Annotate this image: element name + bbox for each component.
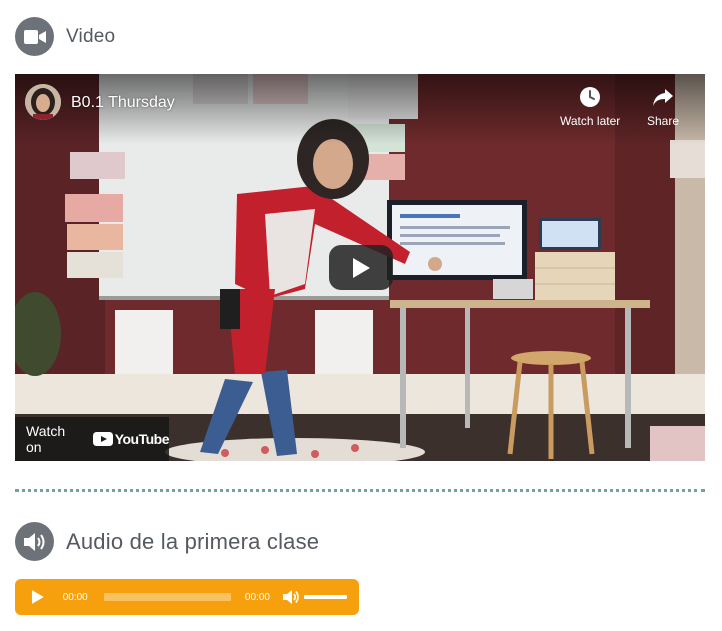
video-section-title: Video	[66, 25, 116, 47]
youtube-wordmark: YouTube	[114, 431, 170, 447]
section-divider	[15, 489, 705, 492]
video-section-header: Video	[15, 17, 115, 56]
audio-section-title: Audio de la primera clase	[66, 528, 320, 554]
current-time: 00:00	[62, 591, 88, 603]
share-arrow-icon	[653, 89, 674, 106]
play-button[interactable]	[329, 245, 393, 290]
duration: 00:00	[244, 591, 270, 603]
volume-slider[interactable]	[303, 595, 347, 599]
audio-player: 00:00 00:00	[15, 579, 359, 615]
video-camera-icon	[15, 17, 54, 56]
channel-avatar[interactable]	[25, 84, 61, 120]
youtube-video-embed[interactable]: B0.1 Thursday Watch later Share Watch on…	[15, 74, 705, 461]
play-icon[interactable]	[31, 589, 45, 605]
play-icon	[353, 257, 370, 278]
volume-icon[interactable]	[282, 589, 300, 605]
watch-on-label: Watch on	[26, 423, 66, 455]
clock-icon	[580, 87, 601, 107]
share-label: Share	[647, 114, 680, 128]
watch-later-label: Watch later	[560, 114, 621, 128]
share-button[interactable]: Share	[647, 86, 679, 128]
youtube-logo: YouTube	[92, 431, 170, 447]
youtube-logo-icon	[92, 432, 113, 446]
speaker-icon	[15, 522, 54, 561]
watch-on-youtube-link[interactable]: Watch on YouTube	[15, 417, 170, 461]
video-title[interactable]: B0.1 Thursday	[71, 94, 175, 112]
audio-section-header: Audio de la primera clase	[15, 522, 319, 561]
progress-bar[interactable]	[103, 593, 231, 601]
watch-later-button[interactable]: Watch later	[560, 86, 620, 128]
